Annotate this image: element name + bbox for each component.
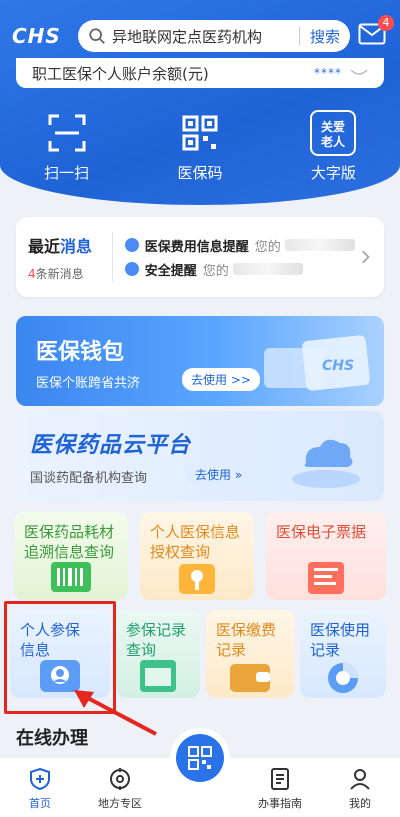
pie-chart-icon — [328, 663, 358, 693]
service-info-authorization[interactable]: 个人医保信息 授权查询 — [140, 512, 254, 600]
shield-check-icon — [124, 262, 139, 276]
balance-masked: **** — [314, 66, 342, 80]
wallet-banner-title: 医保钱包 — [36, 340, 125, 365]
message-item[interactable]: 医保费用信息提醒 您的 — [124, 233, 355, 257]
location-target-icon — [110, 768, 130, 790]
nav-local-zone[interactable]: 地方专区 — [80, 758, 160, 817]
nav-mine[interactable]: 我的 — [320, 758, 400, 817]
top-bar: CHS 异地联网定点医药机构 搜索 4 — [12, 15, 394, 54]
quick-actions: 扫一扫 医保码 关爱 老人 大字版 — [0, 110, 400, 183]
quick-large-font-label: 大字版 — [310, 164, 356, 182]
search-bar[interactable]: 异地联网定点医药机构 搜索 — [78, 20, 350, 52]
barcode-scan-icon — [51, 562, 91, 592]
wallet-illustration-icon: CHS — [264, 335, 370, 391]
cloud-platform-icon — [292, 439, 360, 488]
guide-document-icon — [271, 768, 289, 790]
service-usage-record[interactable]: 医保使用 记录 — [300, 610, 386, 698]
message-item[interactable]: 安全提醒 您的 — [124, 257, 355, 281]
section-title: 在线办理 — [16, 728, 88, 749]
center-qr-button[interactable] — [176, 734, 224, 782]
drug-cloud-use-button[interactable]: 去使用 » — [186, 463, 252, 486]
svg-text:老人: 老人 — [321, 134, 346, 149]
chevron-right-icon — [361, 250, 370, 264]
balance-card[interactable]: 职工医保个人账户余额(元) **** — [16, 58, 384, 88]
home-shield-icon — [30, 767, 50, 791]
key-lock-icon — [179, 564, 215, 594]
messages-header: 最近消息 4条新消息 — [28, 232, 113, 282]
balance-label: 职工医保个人账户余额(元) — [32, 64, 209, 83]
wallet-banner-subtitle: 医保个账跨省共济 — [36, 376, 141, 391]
scan-icon — [44, 110, 90, 156]
quick-qr[interactable]: 医保码 — [133, 110, 266, 183]
center-qr-icon — [188, 746, 212, 770]
search-icon — [89, 28, 105, 44]
messages-title: 最近消息 — [28, 236, 93, 256]
quick-scan[interactable]: 扫一扫 — [0, 110, 133, 183]
messages-count: 4条新消息 — [28, 266, 84, 281]
service-insurance-record[interactable]: 参保记录 查询 — [116, 610, 200, 698]
quick-qr-label: 医保码 — [177, 164, 223, 182]
redacted-text — [284, 239, 355, 251]
quick-scan-label: 扫一扫 — [44, 164, 90, 182]
service-drug-trace[interactable]: 医保药品耗材 追溯信息查询 — [14, 512, 128, 600]
user-profile-icon — [350, 769, 370, 790]
wallet-use-button[interactable]: 去使用 >> — [182, 368, 260, 391]
redacted-text — [232, 263, 303, 275]
mail-badge: 4 — [378, 15, 394, 31]
elderly-care-icon: 关爱 老人 — [310, 110, 357, 156]
service-e-receipt[interactable]: 医保电子票据 — [266, 512, 386, 600]
search-button[interactable]: 搜索 — [310, 26, 340, 47]
chs-logo: CHS — [12, 24, 61, 48]
svg-text:关爱: 关爱 — [321, 119, 345, 134]
svg-text:CHS: CHS — [322, 358, 354, 374]
receipt-icon — [308, 562, 344, 594]
drug-cloud-banner[interactable]: 医保药品云平台 国谈药配备机构查询 去使用 » — [16, 411, 384, 501]
drug-cloud-banner-subtitle: 国谈药配备机构查询 — [30, 471, 148, 486]
search-input[interactable]: 异地联网定点医药机构 — [112, 26, 289, 47]
wallet-banner[interactable]: 医保钱包 医保个账跨省共济 去使用 >> CHS — [16, 316, 384, 406]
messages-list: 医保费用信息提醒 您的 安全提醒 您的 — [113, 233, 355, 281]
service-payment-record[interactable]: 医保缴费 记录 — [206, 610, 294, 698]
nav-guide[interactable]: 办事指南 — [240, 758, 320, 817]
recent-messages-card[interactable]: 最近消息 4条新消息 医保费用信息提醒 您的 安全提醒 您的 — [16, 217, 384, 297]
eye-hidden-icon[interactable] — [350, 68, 368, 78]
search-divider — [298, 27, 300, 45]
info-icon — [124, 238, 139, 252]
nav-home[interactable]: 首页 — [0, 758, 80, 817]
drug-cloud-banner-title: 医保药品云平台 — [30, 433, 192, 458]
qr-code-icon — [177, 110, 223, 156]
mail-button[interactable]: 4 — [358, 15, 394, 49]
quick-large-font[interactable]: 关爱 老人 大字版 — [267, 110, 400, 183]
wallet-icon — [230, 664, 270, 692]
